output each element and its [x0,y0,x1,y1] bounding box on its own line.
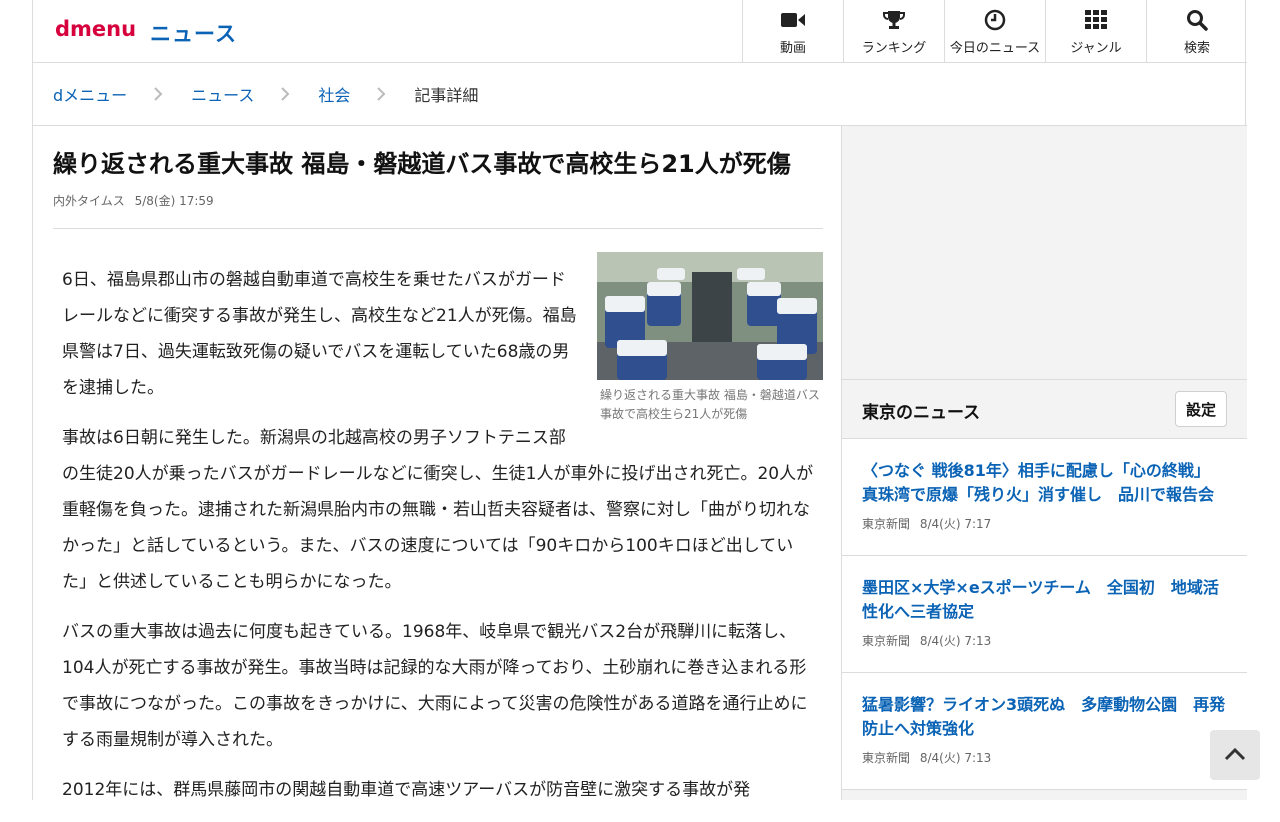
news-item[interactable]: 〈つなぐ 戦後81年〉相手に配慮し「心の終戦」 真珠湾で原爆「残り火」消す催し … [842,439,1247,556]
breadcrumb-current: 記事詳細 [414,86,479,105]
article-body: 6日、福島県郡山市の磐越自動車道で高校生を乗せたバスがガードレールなどに衝突する… [62,262,814,822]
header-nav: 動画 ランキング 今日のニュース ジャンル 検索 [742,0,1247,63]
chevron-right-icon [376,87,388,101]
nav-label: ランキング [861,41,927,56]
divider [53,228,823,229]
clock-icon [983,9,1007,31]
news-headline[interactable]: 猛暑影響？ライオン3頭死ぬ 多摩動物公園 再発防止へ対策強化 [862,693,1229,741]
article-meta: 内外タイムス 5/8(金) 17:59 [53,192,220,209]
breadcrumb-society[interactable]: 社会 [318,82,350,106]
settings-button[interactable]: 設定 [1175,391,1227,427]
nav-label: 動画 [779,41,806,56]
chevron-right-icon [280,87,292,101]
news-date: 8/4(火) 7:13 [919,751,992,765]
news-source: 東京新聞 [862,517,911,531]
local-news-header: 東京のニュース 設定 [842,380,1247,439]
article-paragraph: バスの重大事故は過去に何度も起きている。1968年、岐阜県で観光バス2台が飛騨川… [62,622,808,750]
news-item[interactable]: 猛暑影響？ライオン3頭死ぬ 多摩動物公園 再発防止へ対策強化 東京新聞 8/4(… [842,673,1247,790]
nav-video[interactable]: 動画 [742,0,843,63]
news-date: 8/4(火) 7:13 [919,634,992,648]
nav-ranking[interactable]: ランキング [843,0,944,63]
chevron-right-icon [153,87,165,101]
nav-label: ジャンル [1070,41,1122,56]
video-camera-icon [781,9,805,31]
local-news-list: 〈つなぐ 戦後81年〉相手に配慮し「心の終戦」 真珠湾で原爆「残り火」消す催し … [842,439,1247,790]
breadcrumb: dメニュー ニュース 社会 記事詳細 [33,63,1247,126]
ad-space [842,126,1247,380]
article-main: 繰り返される重大事故 福島・磐越道バス事故で高校生ら21人が死傷 内外タイムス … [33,126,842,800]
search-icon [1185,9,1209,31]
dmenu-logo[interactable]: dmenu [55,17,136,41]
news-source: 東京新聞 [862,634,911,648]
breadcrumb-news[interactable]: ニュース [191,82,254,106]
article-paragraph: 事故は6日朝に発生した。新潟県の北越高校の男子ソフトテニス部の生徒20人が乗った… [62,428,814,592]
news-meta: 東京新聞 8/4(火) 7:17 [862,515,1229,532]
section-title[interactable]: ニュース [150,18,237,48]
article-paragraph: 2012年には、群馬県藤岡市の関越自動車道で高速ツアーバスが防音壁に激突する事故… [62,780,751,800]
news-headline[interactable]: 墨田区×大学×eスポーツチーム 全国初 地域活性化へ三者協定 [862,576,1229,624]
news-headline[interactable]: 〈つなぐ 戦後81年〉相手に配慮し「心の終戦」 真珠湾で原爆「残り火」消す催し … [862,459,1229,507]
page-frame: dmenu ニュース 動画 ランキング 今日のニュース ジャンル 検索 dメニュ… [32,0,1247,800]
trophy-icon [882,9,906,31]
news-date: 8/4(火) 7:17 [919,517,992,531]
chevron-up-icon [1224,746,1246,765]
nav-search[interactable]: 検索 [1146,0,1247,63]
article-source: 内外タイムス [53,194,125,208]
grid-icon [1084,9,1108,31]
sidebar: 東京のニュース 設定 〈つなぐ 戦後81年〉相手に配慮し「心の終戦」 真珠湾で原… [842,126,1247,800]
scroll-to-top-button[interactable] [1210,730,1260,780]
news-source: 東京新聞 [862,751,911,765]
nav-label: 今日のニュース [949,41,1041,56]
breadcrumb-dmenu[interactable]: dメニュー [53,82,127,106]
nav-genre[interactable]: ジャンル [1045,0,1146,63]
news-meta: 東京新聞 8/4(火) 7:13 [862,749,1229,766]
news-meta: 東京新聞 8/4(火) 7:13 [862,632,1229,649]
article-title: 繰り返される重大事故 福島・磐越道バス事故で高校生ら21人が死傷 [53,150,791,178]
nav-label: 検索 [1183,41,1210,56]
nav-today[interactable]: 今日のニュース [944,0,1045,63]
site-header: dmenu ニュース 動画 ランキング 今日のニュース ジャンル 検索 [33,0,1247,63]
image-float-spacer [582,262,814,430]
news-item[interactable]: 墨田区×大学×eスポーツチーム 全国初 地域活性化へ三者協定 東京新聞 8/4(… [842,556,1247,673]
article-date: 5/8(金) 17:59 [134,194,214,208]
local-news-title: 東京のニュース [862,403,981,423]
